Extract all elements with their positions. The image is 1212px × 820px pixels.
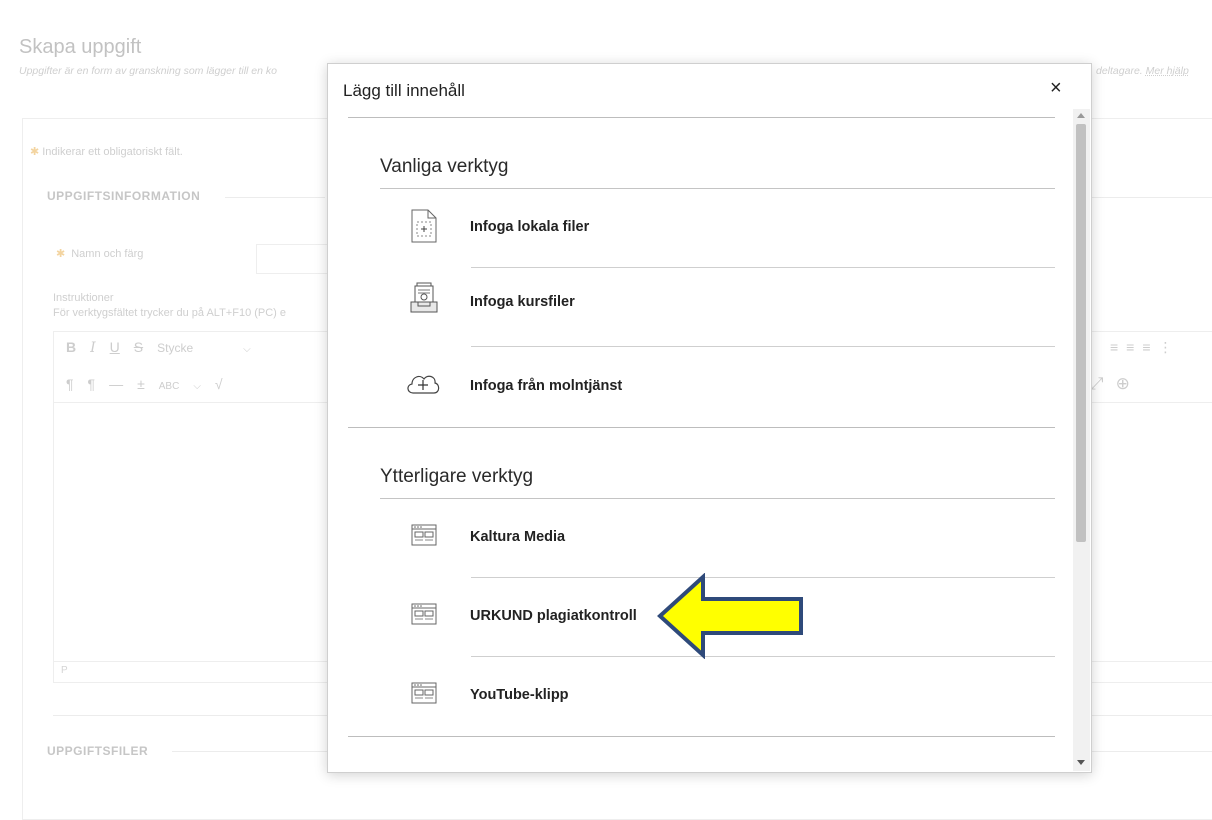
- alignment-icons[interactable]: ≡≡≡⋮: [1110, 339, 1181, 356]
- section-heading-common-tools: Vanliga verktyg: [380, 156, 509, 177]
- section-heading-info: UPPGIFTSINFORMATION: [47, 189, 201, 203]
- tool-item-label: Infoga kursfiler: [470, 294, 575, 310]
- editor-toolbar-row-1: B I U S Stycke ⌵: [66, 339, 265, 356]
- bold-icon[interactable]: B: [66, 339, 76, 355]
- italic-icon[interactable]: I: [90, 340, 96, 356]
- page-description-tail: deltagare. Mer hjälp: [1096, 65, 1189, 77]
- required-star-icon: ✱: [30, 146, 40, 158]
- tool-window-icon: [411, 603, 437, 625]
- name-color-label: ✱ Namn och färg: [56, 247, 143, 260]
- ltr-icon[interactable]: ¶: [66, 376, 74, 392]
- tool-item-label: Infoga från molntjänst: [470, 378, 623, 394]
- group-divider: [348, 427, 1055, 428]
- section-divider: [225, 197, 325, 198]
- horizontal-line-icon[interactable]: —: [109, 376, 123, 392]
- section-heading-additional-tools: Ytterligare verktyg: [380, 466, 534, 487]
- description-tail-text: deltagare.: [1096, 65, 1143, 77]
- instructions-label: Instruktioner För verktygsfältet trycker…: [53, 291, 286, 321]
- required-note-text: Indikerar ett obligatoriskt fält.: [42, 146, 183, 158]
- tool-item-label: Kaltura Media: [470, 529, 566, 545]
- chevron-down-icon[interactable]: ⌵: [243, 344, 251, 355]
- tool-item-local-files[interactable]: Infoga lokala filer: [380, 189, 1055, 267]
- section-divider: [1092, 197, 1212, 198]
- scroll-down-icon[interactable]: [1077, 760, 1085, 765]
- math-icon[interactable]: √: [215, 376, 223, 392]
- add-content-icon[interactable]: ⤢⊕: [1090, 374, 1142, 394]
- help-link[interactable]: Mer hjälp: [1146, 65, 1189, 77]
- underline-icon[interactable]: U: [110, 339, 120, 355]
- tool-window-icon: [411, 682, 437, 704]
- strikethrough-icon[interactable]: S: [134, 339, 143, 355]
- scroll-up-icon[interactable]: [1077, 113, 1085, 118]
- section-divider: [172, 751, 332, 752]
- dialog-title: Lägg till innehåll: [343, 81, 465, 100]
- section-heading-files: UPPGIFTSFILER: [47, 744, 149, 758]
- section-divider: [1092, 751, 1212, 752]
- close-icon[interactable]: ×: [1050, 77, 1062, 99]
- tool-item-cloud[interactable]: Infoga från molntjänst: [380, 347, 1055, 425]
- tool-item-label: Infoga lokala filer: [470, 219, 590, 235]
- dialog-scroll-area[interactable]: Vanliga verktyg Infoga lokala filer Info…: [328, 118, 1076, 772]
- page-description: Uppgifter är en form av granskning som l…: [19, 65, 277, 77]
- name-input[interactable]: [256, 244, 327, 274]
- page-title: Skapa uppgift: [19, 36, 142, 58]
- tool-item-course-files[interactable]: Infoga kursfiler: [380, 268, 1055, 346]
- add-content-dialog: Lägg till innehåll × Vanliga verktyg Inf…: [327, 63, 1092, 773]
- cloud-add-icon: [407, 375, 440, 394]
- tool-item-label: YouTube-klipp: [470, 687, 569, 703]
- tool-item-label: URKUND plagiatkontroll: [470, 608, 637, 624]
- paragraph-style-select[interactable]: Stycke: [157, 341, 193, 355]
- spellcheck-icon[interactable]: ABC: [159, 381, 180, 392]
- chevron-down-icon[interactable]: ⌵: [193, 381, 201, 392]
- editor-toolbar-row-2: ¶ ¶ — ± ABC ⌵ √: [66, 376, 237, 392]
- highlight-arrow-icon: [657, 573, 803, 659]
- dialog-scrollbar[interactable]: [1073, 109, 1090, 771]
- rtl-icon[interactable]: ¶: [88, 376, 96, 392]
- instructions-hint: För verktygsfältet trycker du på ALT+F10…: [53, 307, 287, 319]
- tool-item-kaltura-media[interactable]: Kaltura Media: [380, 499, 1055, 577]
- tool-window-icon: [411, 524, 437, 546]
- scroll-thumb[interactable]: [1076, 124, 1086, 542]
- editor-path: P: [61, 665, 68, 676]
- name-color-text: Namn och färg: [71, 248, 144, 260]
- instructions-title: Instruktioner: [53, 292, 114, 304]
- group-divider: [348, 736, 1055, 737]
- tool-item-youtube[interactable]: YouTube-klipp: [380, 657, 1055, 735]
- local-file-icon: [411, 209, 437, 243]
- course-files-icon: [410, 282, 438, 313]
- required-star-icon: ✱: [56, 248, 66, 260]
- required-note: ✱ Indikerar ett obligatoriskt fält.: [30, 145, 183, 158]
- insert-icon[interactable]: ±: [137, 376, 145, 392]
